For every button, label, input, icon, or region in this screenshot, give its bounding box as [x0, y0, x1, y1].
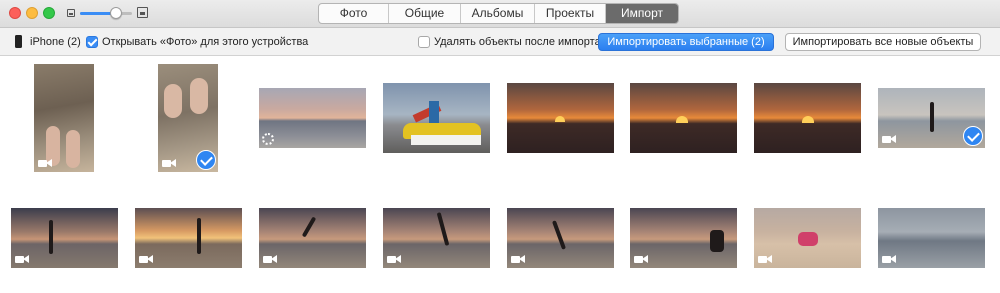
iphone-icon [15, 35, 22, 48]
fullscreen-window-button[interactable] [43, 7, 55, 19]
person-figure [798, 232, 818, 246]
person-figure [436, 212, 450, 246]
person-figure [551, 220, 567, 250]
tab-projects[interactable]: Проекты [535, 4, 606, 23]
video-icon [758, 255, 772, 264]
video-icon [387, 255, 401, 264]
open-photos-label[interactable]: Открывать «Фото» для этого устройства [102, 36, 308, 48]
feet-shape [66, 130, 80, 168]
photo-thumbnail[interactable] [135, 208, 242, 268]
person-figure [197, 218, 201, 254]
delete-after-import-checkbox[interactable] [418, 36, 430, 48]
video-icon [634, 255, 648, 264]
video-icon [15, 255, 29, 264]
import-options-bar: iPhone (2) Открывать «Фото» для этого ус… [0, 28, 1000, 56]
photo-thumbnail[interactable] [259, 88, 366, 148]
photo-thumbnail[interactable] [383, 83, 490, 153]
window-titlebar: Фото Общие Альбомы Проекты Импорт [0, 0, 1000, 28]
video-icon [263, 255, 277, 264]
photo-thumbnail[interactable] [259, 208, 366, 268]
import-all-new-button[interactable]: Импортировать все новые объекты [785, 33, 981, 51]
photo-thumbnail[interactable] [878, 208, 985, 268]
minimize-window-button[interactable] [26, 7, 38, 19]
feet-shape [164, 84, 182, 118]
zoom-slider[interactable] [80, 12, 132, 15]
photo-thumbnail[interactable] [507, 83, 614, 153]
video-icon [139, 255, 153, 264]
person-figure [930, 102, 934, 132]
person-figure [49, 220, 53, 254]
video-icon [162, 159, 176, 168]
tab-photos[interactable]: Фото [319, 4, 389, 23]
delete-after-import-label[interactable]: Удалять объекты после импорта [434, 36, 601, 48]
person-figure [301, 216, 317, 238]
tab-albums[interactable]: Альбомы [461, 4, 535, 23]
video-icon [511, 255, 525, 264]
photo-thumbnail[interactable] [383, 208, 490, 268]
selected-checkmark-icon[interactable] [196, 150, 216, 170]
open-photos-checkbox[interactable] [86, 36, 98, 48]
zoom-in-icon[interactable] [137, 7, 148, 18]
loading-spinner-icon [262, 133, 274, 145]
slide-shape [429, 101, 439, 123]
video-icon [882, 255, 896, 264]
photo-thumbnail[interactable] [878, 88, 985, 148]
tab-import[interactable]: Импорт [606, 4, 678, 23]
photo-grid [0, 57, 1000, 293]
photo-thumbnail[interactable] [754, 208, 861, 268]
video-icon [38, 159, 52, 168]
photo-thumbnail[interactable] [158, 64, 218, 172]
video-icon [882, 135, 896, 144]
sun-shape [676, 116, 688, 123]
photo-thumbnail[interactable] [630, 208, 737, 268]
photo-thumbnail[interactable] [34, 64, 94, 172]
tab-shared[interactable]: Общие [389, 4, 461, 23]
person-figure [710, 230, 724, 252]
device-name: iPhone (2) [30, 36, 81, 48]
photo-thumbnail[interactable] [754, 83, 861, 153]
pedal-boat-shape [411, 135, 481, 145]
close-window-button[interactable] [9, 7, 21, 19]
sun-shape [555, 116, 565, 122]
zoom-out-icon[interactable] [67, 9, 75, 17]
import-selected-button[interactable]: Импортировать выбранные (2) [598, 33, 774, 51]
selected-checkmark-icon[interactable] [963, 126, 983, 146]
feet-shape [190, 78, 208, 114]
sun-shape [802, 116, 814, 123]
view-tabs: Фото Общие Альбомы Проекты Импорт [318, 3, 679, 24]
photo-thumbnail[interactable] [11, 208, 118, 268]
photo-thumbnail[interactable] [507, 208, 614, 268]
zoom-slider-handle[interactable] [110, 7, 123, 19]
photo-thumbnail[interactable] [630, 83, 737, 153]
